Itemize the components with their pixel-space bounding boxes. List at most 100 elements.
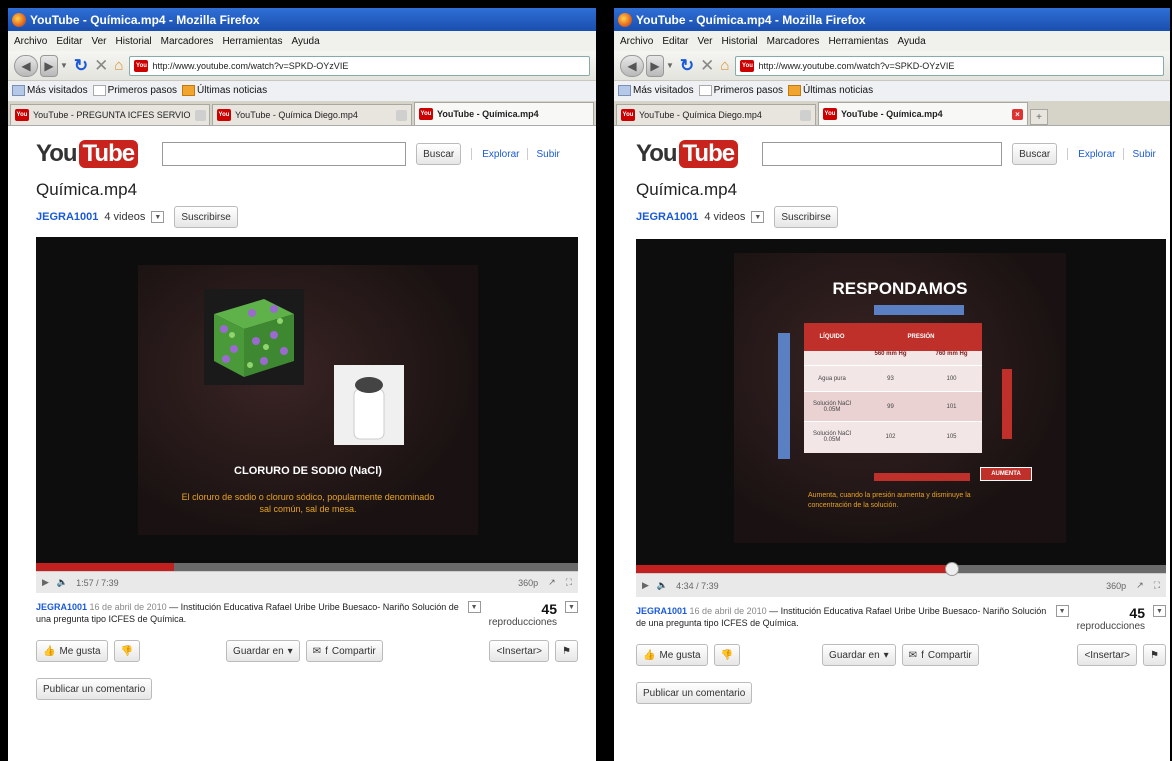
volume-icon[interactable]: 🔈 xyxy=(57,577,68,588)
search-input[interactable] xyxy=(162,142,407,166)
video-player[interactable]: RESPONDAMOS LÍQUIDO PRESIÓN 560 mm Hg 76… xyxy=(636,239,1166,597)
dislike-button[interactable]: 👎 xyxy=(713,644,741,666)
play-icon[interactable]: ▶ xyxy=(642,580,649,591)
chevron-down-icon[interactable]: ▼ xyxy=(467,601,481,613)
explore-link[interactable]: Explorar xyxy=(482,149,519,160)
tab-quimica-diego[interactable]: You YouTube - Química Diego.mp4 xyxy=(212,104,412,125)
menu-archivo[interactable]: Archivo xyxy=(14,36,47,47)
expand-icon[interactable]: ↗ xyxy=(548,577,556,588)
post-comment-button[interactable]: Publicar un comentario xyxy=(36,678,153,700)
subscribe-button[interactable]: Suscribirse xyxy=(174,206,238,228)
quality-selector[interactable]: 360p xyxy=(518,578,538,588)
subscribe-button[interactable]: Suscribirse xyxy=(774,206,838,228)
play-icon[interactable]: ▶ xyxy=(42,577,49,588)
search-button[interactable]: Buscar xyxy=(416,143,462,165)
video-progress-bar[interactable] xyxy=(36,563,578,571)
fullscreen-icon[interactable]: ⛶ xyxy=(566,577,572,588)
channel-link[interactable]: JEGRA1001 xyxy=(36,211,98,223)
menu-ayuda[interactable]: Ayuda xyxy=(897,36,925,47)
bookmark-primeros-pasos[interactable]: Primeros pasos xyxy=(698,85,783,97)
page-icon xyxy=(92,85,106,97)
menu-editar[interactable]: Editar xyxy=(662,36,688,47)
close-tab-icon[interactable] xyxy=(194,109,206,121)
menu-historial[interactable]: Historial xyxy=(116,36,152,47)
like-button[interactable]: 👍 Me gusta xyxy=(36,640,108,662)
new-tab-button[interactable]: + xyxy=(1030,109,1048,125)
bookmark-mas-visitados[interactable]: Más visitados xyxy=(618,85,694,97)
menu-herramientas[interactable]: Herramientas xyxy=(828,36,888,47)
close-tab-icon[interactable] xyxy=(800,109,811,121)
volume-icon[interactable]: 🔈 xyxy=(657,580,668,591)
bookmark-primeros-pasos[interactable]: Primeros pasos xyxy=(92,85,177,97)
forward-arrow-icon[interactable]: ▶ xyxy=(40,54,58,77)
home-icon[interactable]: ⌂ xyxy=(114,57,123,74)
video-frame[interactable]: CLORURO DE SODIO (NaCl) El cloruro de so… xyxy=(36,237,578,563)
chevron-down-icon[interactable]: ▼ xyxy=(1055,605,1069,617)
video-progress-bar[interactable] xyxy=(636,562,1166,576)
stop-icon[interactable]: ✕ xyxy=(94,56,108,76)
menu-marcadores[interactable]: Marcadores xyxy=(767,36,820,47)
close-tab-icon[interactable] xyxy=(396,109,407,121)
history-dropdown-icon[interactable]: ▼ xyxy=(60,61,68,70)
tab-quimica-diego[interactable]: You YouTube - Química Diego.mp4 xyxy=(616,104,816,125)
save-to-button[interactable]: Guardar en ▾ xyxy=(822,644,896,666)
upload-link[interactable]: Subir xyxy=(1132,149,1155,160)
quality-selector[interactable]: 360p xyxy=(1106,581,1126,591)
search-input[interactable] xyxy=(762,142,1003,166)
embed-button[interactable]: <Insertar> xyxy=(1077,644,1138,666)
chevron-down-icon[interactable]: ▼ xyxy=(565,601,578,613)
desc-channel-link[interactable]: JEGRA1001 xyxy=(636,606,687,616)
back-arrow-icon[interactable]: ◀ xyxy=(620,54,644,77)
view-count: 45 reproducciones xyxy=(1076,605,1145,632)
menu-historial[interactable]: Historial xyxy=(722,36,758,47)
like-button[interactable]: 👍 Me gusta xyxy=(636,644,708,666)
video-frame[interactable]: RESPONDAMOS LÍQUIDO PRESIÓN 560 mm Hg 76… xyxy=(636,239,1166,565)
share-button[interactable]: ✉ f Compartir xyxy=(901,644,979,666)
video-player[interactable]: CLORURO DE SODIO (NaCl) El cloruro de so… xyxy=(36,237,578,593)
url-bar[interactable]: You http://www.youtube.com/watch?v=SPKD-… xyxy=(735,55,1164,76)
menu-ver[interactable]: Ver xyxy=(697,36,712,47)
menu-ayuda[interactable]: Ayuda xyxy=(291,36,319,47)
fullscreen-icon[interactable]: ⛶ xyxy=(1154,580,1160,591)
forward-arrow-icon[interactable]: ▶ xyxy=(646,54,664,77)
embed-button[interactable]: <Insertar> xyxy=(489,640,550,662)
menu-marcadores[interactable]: Marcadores xyxy=(161,36,214,47)
reload-icon[interactable]: ↻ xyxy=(74,56,88,76)
chevron-down-icon[interactable]: ▼ xyxy=(151,211,165,223)
bookmark-mas-visitados[interactable]: Más visitados xyxy=(12,85,88,97)
url-bar[interactable]: You http://www.youtube.com/watch?v=SPKD-… xyxy=(129,55,590,76)
reload-icon[interactable]: ↻ xyxy=(680,56,694,76)
desc-channel-link[interactable]: JEGRA1001 xyxy=(36,602,87,612)
chevron-down-icon[interactable]: ▼ xyxy=(1153,605,1166,617)
stop-icon[interactable]: ✕ xyxy=(700,56,714,76)
slide-heading: CLORURO DE SODIO (NaCl) xyxy=(234,465,382,477)
chevron-down-icon[interactable]: ▼ xyxy=(751,211,765,223)
youtube-logo[interactable]: You Tube xyxy=(636,140,739,168)
menu-ver[interactable]: Ver xyxy=(91,36,106,47)
tab-quimica[interactable]: You YouTube - Química.mp4 × xyxy=(818,102,1028,125)
upload-link[interactable]: Subir xyxy=(536,149,559,160)
search-button[interactable]: Buscar xyxy=(1012,143,1058,165)
channel-link[interactable]: JEGRA1001 xyxy=(636,211,698,223)
menu-archivo[interactable]: Archivo xyxy=(620,36,653,47)
back-arrow-icon[interactable]: ◀ xyxy=(14,54,38,77)
tab-quimica[interactable]: You YouTube - Química.mp4 xyxy=(414,102,594,125)
close-tab-icon[interactable]: × xyxy=(1012,108,1023,120)
menu-herramientas[interactable]: Herramientas xyxy=(222,36,282,47)
bookmark-ultimas-noticias[interactable]: Últimas noticias xyxy=(788,85,873,97)
bookmark-ultimas-noticias[interactable]: Últimas noticias xyxy=(182,85,267,97)
explore-link[interactable]: Explorar xyxy=(1078,149,1115,160)
save-to-button[interactable]: Guardar en ▾ xyxy=(226,640,300,662)
expand-icon[interactable]: ↗ xyxy=(1136,580,1144,591)
menu-editar[interactable]: Editar xyxy=(56,36,82,47)
youtube-logo[interactable]: You Tube xyxy=(36,140,139,168)
tab-pregunta-icfes[interactable]: You YouTube - PREGUNTA ICFES SERVIO xyxy=(10,104,210,125)
youtube-page: You Tube Buscar Explorar Subir Química.mp… xyxy=(614,126,1170,736)
flag-button[interactable]: ⚑ xyxy=(1143,644,1166,666)
history-dropdown-icon[interactable]: ▼ xyxy=(666,61,674,70)
flag-button[interactable]: ⚑ xyxy=(555,640,578,662)
share-button[interactable]: ✉ f Compartir xyxy=(305,640,383,662)
home-icon[interactable]: ⌂ xyxy=(720,57,729,74)
post-comment-button[interactable]: Publicar un comentario xyxy=(636,682,753,704)
dislike-button[interactable]: 👎 xyxy=(113,640,141,662)
